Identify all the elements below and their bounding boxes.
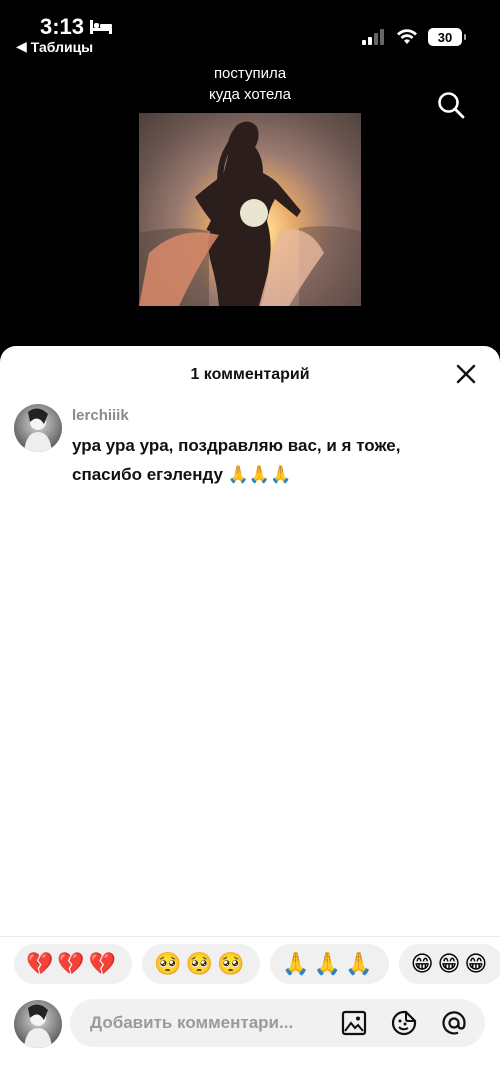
reaction-pleading-face-button[interactable]: 🥺🥺🥺 [142,944,261,984]
comments-sheet: 1 комментарий lerchiiik ура ура ура, поз… [0,346,500,1084]
status-indicators: 30 [362,28,466,46]
my-avatar [14,1000,62,1048]
battery-level: 30 [437,29,453,45]
wifi-icon [397,29,417,44]
commenter-avatar[interactable] [14,404,62,452]
mention-icon[interactable] [440,1009,468,1037]
back-app-label: Таблицы [30,38,94,55]
comment-text: ура ура ура, поздравляю вас, и я тоже, с… [72,436,401,484]
video-caption-line-1: поступила [213,65,287,82]
comment-input-placeholder: Добавить комментари... [90,1013,294,1032]
reaction-broken-heart-button[interactable]: 💔💔💔 [14,944,133,984]
battery-indicator: 30 [428,28,466,46]
dancer-silhouette-image [139,121,361,306]
comments-count-title: 1 комментарий [190,366,310,383]
close-icon[interactable] [454,362,478,386]
sticker-emoji-icon[interactable] [390,1009,418,1037]
reaction-grin-button[interactable]: 😁😁😁 [398,944,500,984]
video-thumbnail[interactable] [139,113,361,306]
video-caption-line-2: куда хотела [209,86,291,103]
divider [0,936,500,937]
sleep-focus-icon [90,20,113,34]
reaction-folded-hands-button[interactable]: 🙏🙏🙏 [270,944,389,984]
image-icon[interactable] [340,1009,368,1037]
cellular-signal-icon [362,29,384,45]
back-to-app-link[interactable]: ◀ Таблицы [16,38,93,55]
comment-username[interactable]: lerchiiik [72,407,129,424]
search-icon[interactable] [436,90,466,120]
status-bar: 3:13 ◀ Таблицы 30 [0,0,500,62]
clock-time: 3:13 [40,14,85,39]
back-chevron-icon: ◀ [16,38,27,54]
quick-reactions-bar: 💔💔💔 🥺🥺🥺 🙏🙏🙏 😁😁😁 [14,944,500,984]
comment-input[interactable]: Добавить комментари... [70,999,485,1047]
comment-composer: Добавить комментари... [0,996,500,1050]
clock: 3:13 [40,14,113,40]
